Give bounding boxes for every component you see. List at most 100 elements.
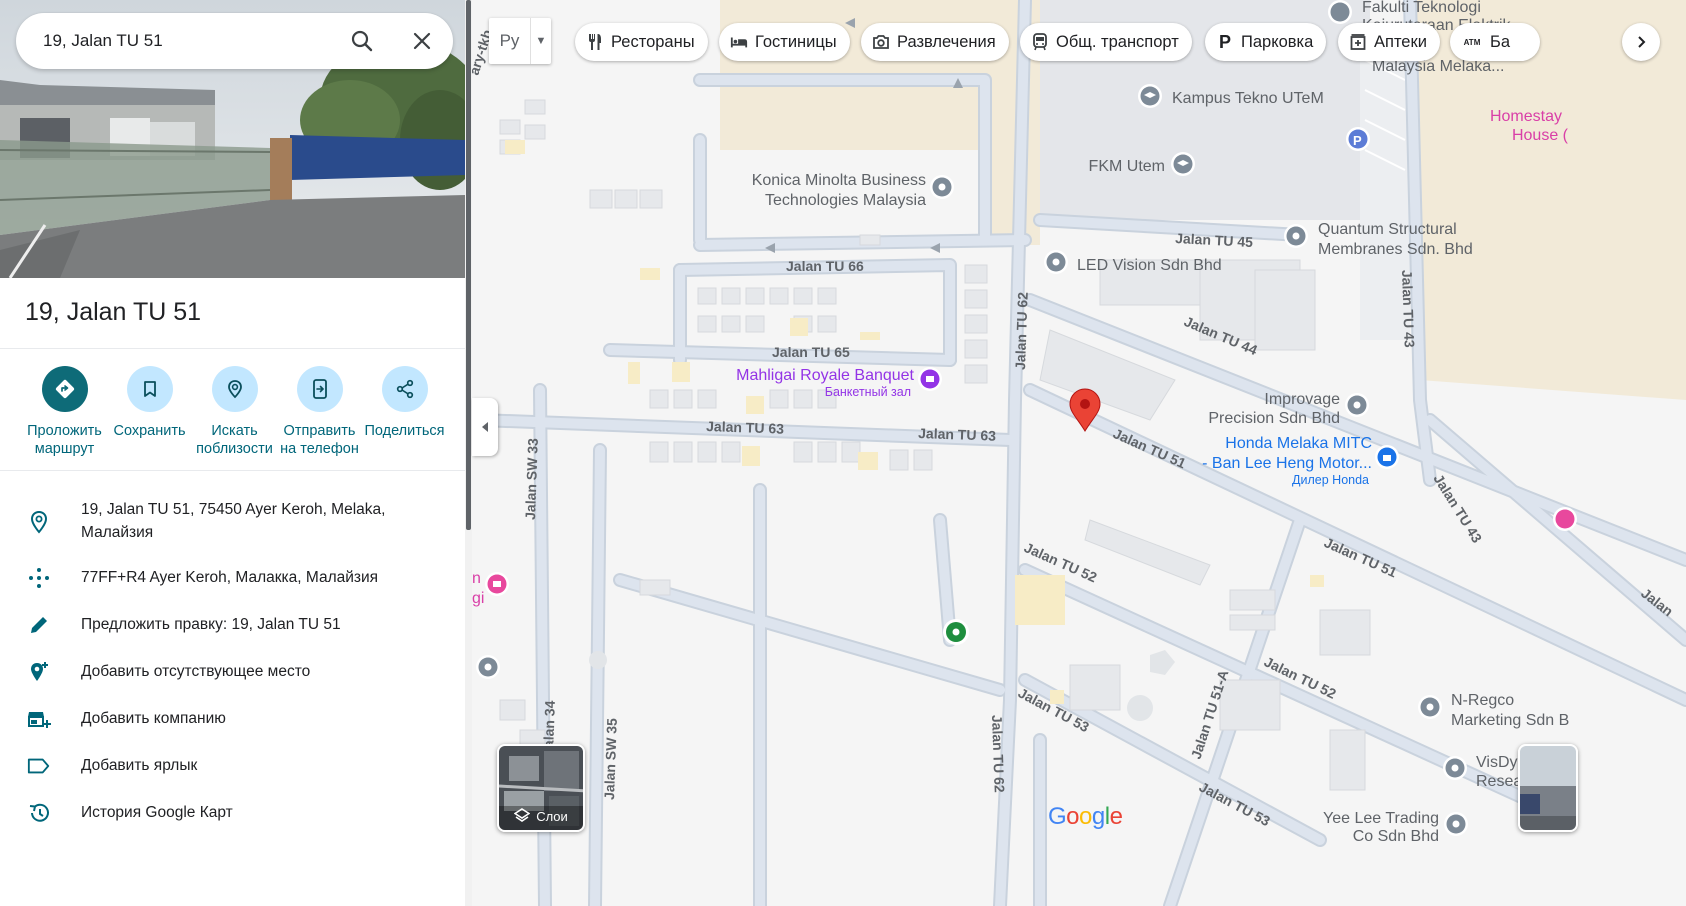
history-icon xyxy=(27,801,51,825)
panel-scroll-thumb[interactable] xyxy=(466,0,471,530)
chip-parking[interactable]: P Парковка xyxy=(1205,23,1327,61)
svg-text:Дилер Honda: Дилер Honda xyxy=(1292,473,1369,487)
save-button[interactable]: Сохранить xyxy=(107,366,192,458)
language-label: Ру xyxy=(489,18,531,64)
svg-text:P: P xyxy=(1353,133,1362,148)
info-list: 19, Jalan TU 51, 75450 Ayer Keroh, Melak… xyxy=(0,486,465,838)
parking-poi[interactable]: P xyxy=(1346,127,1370,151)
chip-restaurants-label: Рестораны xyxy=(611,32,695,51)
chip-atm[interactable]: ATM Ба xyxy=(1450,23,1540,61)
poi-generic[interactable] xyxy=(476,655,500,679)
map-canvas[interactable]: Jalan TU 66 Jalan TU 65 Jalan TU 63 Jala… xyxy=(472,0,1686,906)
location-pin-icon xyxy=(27,510,51,534)
add-label-text: Добавить ярлык xyxy=(81,757,198,774)
chip-restaurants[interactable]: Рестораны xyxy=(575,23,708,61)
plus-code-row[interactable]: 77FF+R4 Ayer Keroh, Малакка, Малайзия xyxy=(0,556,465,603)
google-logo-letter: g xyxy=(1091,803,1105,830)
poi-left-hotel[interactable]: n gi xyxy=(472,570,509,607)
add-label-row[interactable]: Добавить ярлык xyxy=(0,744,465,791)
svg-text:Co Sdn Bhd: Co Sdn Bhd xyxy=(1353,828,1439,845)
pharmacy-icon xyxy=(1349,33,1367,51)
google-logo-letter: G xyxy=(1048,803,1067,830)
directions-button[interactable]: Проложить маршрут xyxy=(22,366,107,458)
send-to-phone-button[interactable]: Отправить на телефон xyxy=(277,366,362,458)
chevron-left-icon xyxy=(482,422,488,432)
svg-text:Honda Melaka MITC: Honda Melaka MITC xyxy=(1225,435,1372,452)
poi-n-regco[interactable]: N-Regco Marketing Sdn B xyxy=(1418,692,1569,729)
chip-pharmacies[interactable]: Аптеки xyxy=(1338,23,1440,61)
share-icon xyxy=(396,379,413,399)
atm-icon: ATM xyxy=(1463,37,1481,47)
street-view-thumbnail[interactable] xyxy=(1518,744,1578,832)
poi-mahligai-royale-banquet[interactable]: Mahligai Royale Banquet Банкетный зал xyxy=(736,367,942,399)
street-label-tu66: Jalan TU 66 xyxy=(786,258,864,274)
pencil-icon xyxy=(27,613,51,637)
send-to-phone-icon xyxy=(312,379,327,399)
chip-parking-label: Парковка xyxy=(1241,32,1314,51)
chip-hotels[interactable]: Гостиницы xyxy=(719,23,850,61)
green-poi-marker[interactable] xyxy=(943,619,969,645)
google-logo-letter: o xyxy=(1079,803,1092,830)
save-label: Сохранить xyxy=(113,423,186,439)
svg-text:N-Regco: N-Regco xyxy=(1451,692,1514,709)
layers-label: Слои xyxy=(536,808,568,824)
poi-yee-lee-trading[interactable]: Yee Lee Trading Co Sdn Bhd xyxy=(1323,810,1468,845)
camera-icon xyxy=(872,33,890,51)
street-label-sw33: Jalan SW 33 xyxy=(522,438,541,520)
chips-next-button[interactable] xyxy=(1622,23,1660,61)
street-label-tu62: Jalan TU 62 xyxy=(989,715,1008,794)
street-label-tu43: Jalan TU 43 xyxy=(1399,270,1418,349)
share-label: Поделиться xyxy=(364,423,445,439)
send-to-phone-label: Отправить на телефон xyxy=(280,423,359,457)
nearby-icon xyxy=(227,380,242,399)
label-language-dropdown[interactable]: Ру ▼ xyxy=(489,18,551,64)
add-business-row[interactable]: Добавить компанию xyxy=(0,697,465,744)
chip-entertainment[interactable]: Развлечения xyxy=(861,23,1009,61)
svg-text:Kampus Tekno UTeM: Kampus Tekno UTeM xyxy=(1172,90,1324,107)
chip-transit[interactable]: Общ. транспорт xyxy=(1020,23,1192,61)
suggest-edit-row[interactable]: Предложить правку: 19, Jalan TU 51 xyxy=(0,603,465,650)
search-button[interactable] xyxy=(346,25,378,57)
parking-icon: P xyxy=(1218,31,1231,52)
street-view-preview xyxy=(1520,746,1576,830)
svg-text:Membranes Sdn. Bhd: Membranes Sdn. Bhd xyxy=(1318,241,1473,258)
poi-right-edge-hotel[interactable] xyxy=(1553,507,1577,531)
google-logo: Google xyxy=(1048,803,1123,831)
chip-atm-label: Ба xyxy=(1490,32,1511,51)
directions-icon xyxy=(55,379,74,399)
search-icon xyxy=(351,30,373,52)
search-input[interactable] xyxy=(43,13,333,69)
svg-text:Homestay: Homestay xyxy=(1490,108,1562,125)
maps-history-row[interactable]: История Google Карт xyxy=(0,791,465,838)
close-button[interactable] xyxy=(406,25,438,57)
poi-konica-minolta[interactable]: Konica Minolta Business Technologies Mal… xyxy=(752,172,954,209)
chevron-down-icon: ▼ xyxy=(535,35,547,47)
poi-led-vision[interactable]: LED Vision Sdn Bhd xyxy=(1044,250,1222,274)
directions-label: Проложить маршрут xyxy=(27,423,102,457)
svg-text:Marketing Sdn B: Marketing Sdn B xyxy=(1451,712,1569,729)
chip-entertainment-label: Развлечения xyxy=(897,32,996,51)
chip-transit-label: Общ. транспорт xyxy=(1056,32,1179,51)
add-business-icon xyxy=(27,707,51,731)
svg-text:Precision Sdn Bhd: Precision Sdn Bhd xyxy=(1208,410,1340,427)
street-label-tu62: Jalan TU 62 xyxy=(1012,292,1031,371)
layers-label-row: Слои xyxy=(499,808,583,824)
add-place-text: Добавить отсутствующее место xyxy=(81,663,311,680)
svg-text:House (: House ( xyxy=(1512,127,1569,144)
add-place-row[interactable]: Добавить отсутствующее место xyxy=(0,650,465,697)
svg-text:Improvage: Improvage xyxy=(1264,391,1340,408)
share-button[interactable]: Поделиться xyxy=(362,366,447,458)
address-row[interactable]: 19, Jalan TU 51, 75450 Ayer Keroh, Melak… xyxy=(0,486,465,556)
plus-code-icon xyxy=(27,566,51,590)
svg-text:VisDy: VisDy xyxy=(1476,754,1518,771)
collapse-panel-button[interactable] xyxy=(472,398,498,456)
svg-text:Konica Minolta Business: Konica Minolta Business xyxy=(752,172,926,189)
bookmark-icon xyxy=(143,381,156,397)
google-logo-letter: e xyxy=(1109,803,1123,830)
street-label-tu45: Jalan TU 45 xyxy=(1175,230,1254,250)
layers-icon xyxy=(514,808,531,822)
nearby-button[interactable]: Искать поблизости xyxy=(192,366,277,458)
chip-hotels-label: Гостиницы xyxy=(755,32,837,51)
google-logo-letter: o xyxy=(1066,803,1080,830)
layers-button[interactable]: Слои xyxy=(497,744,585,832)
